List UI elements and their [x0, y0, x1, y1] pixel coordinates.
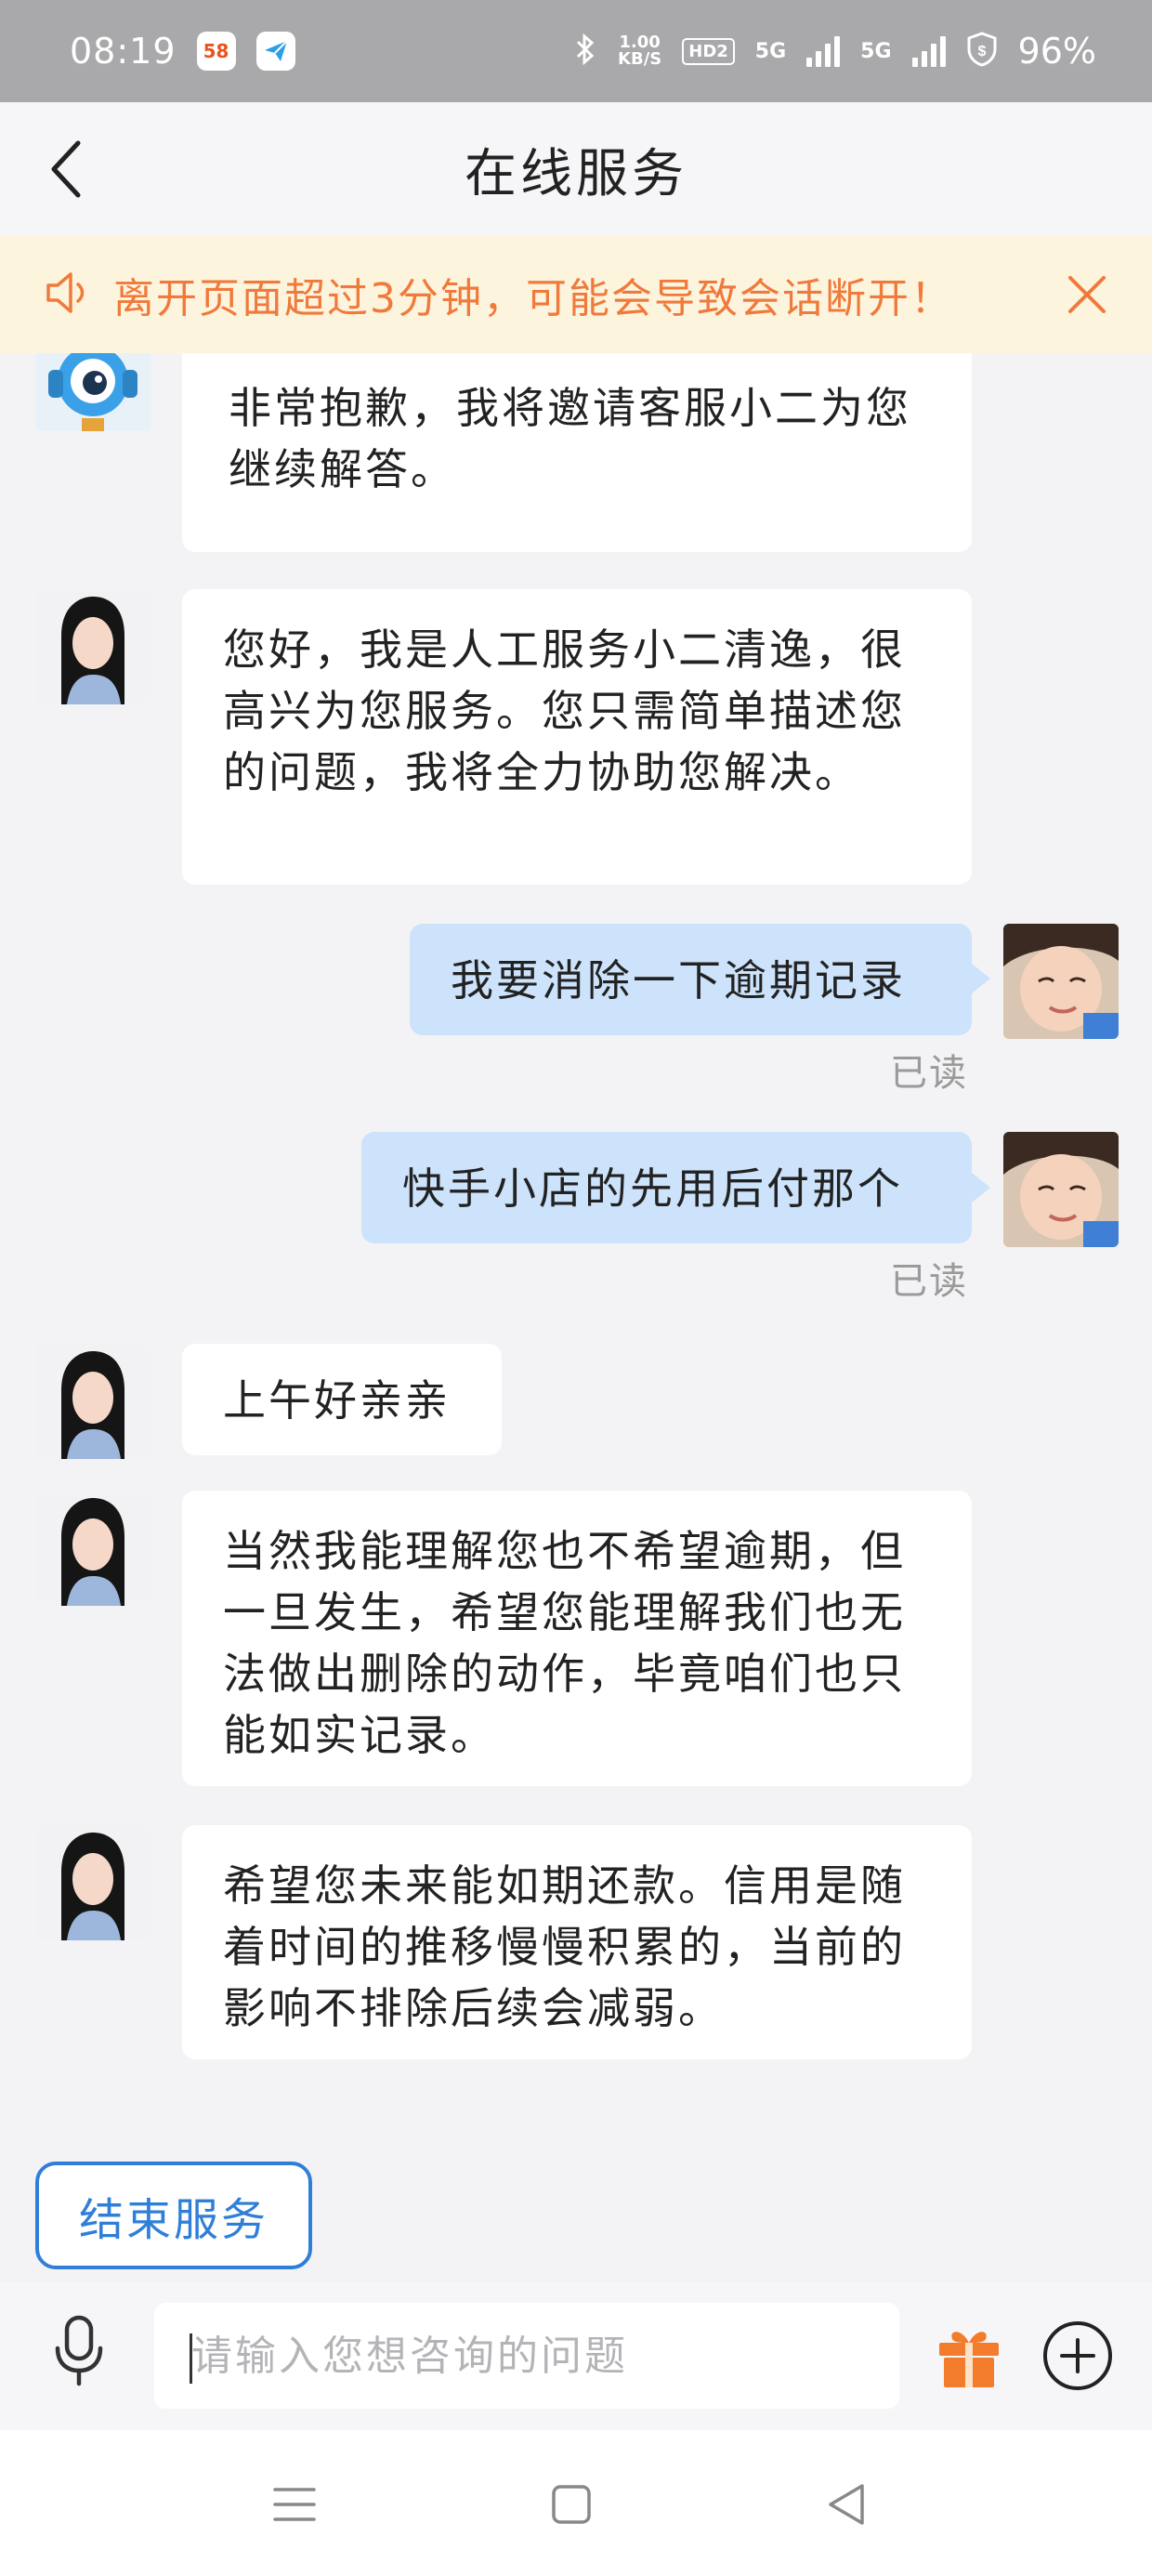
message-bubble-user: 我要消除一下逾期记录 [410, 924, 972, 1035]
hd-voice-badge: HD2 [682, 37, 735, 65]
chevron-left-icon [51, 140, 81, 198]
signal-icon [806, 35, 841, 67]
message-bubble-agent: 当然我能理解您也不希望逾期，但一旦发生，希望您能理解我们也无法做出删除的动作，毕… [182, 1491, 972, 1786]
system-nav-bar [0, 2430, 1152, 2576]
session-timeout-notice: 离开页面超过3分钟，可能会导致会话断开！ [0, 236, 1152, 353]
agent-avatar [35, 1344, 151, 1459]
back-button[interactable] [37, 140, 93, 198]
message-bubble-user: 快手小店的先用后付那个 [361, 1132, 972, 1243]
status-time: 08:19 [70, 31, 177, 72]
bubble-tail [972, 964, 990, 993]
close-icon[interactable] [1059, 267, 1115, 322]
message-bubble-agent: 希望您未来能如期还款。信用是随着时间的推移慢慢积累的，当前的影响不排除后续会减弱… [182, 1825, 972, 2059]
agent-avatar [35, 1825, 151, 1940]
notice-text: 离开页面超过3分钟，可能会导致会话断开！ [113, 275, 953, 322]
bluetooth-icon [573, 33, 597, 70]
svg-text:$: $ [977, 44, 986, 59]
app-header: 在线服务 [0, 102, 1152, 236]
message-bubble-agent: 您好，我是人工服务小二清逸，很高兴为您服务。您只需简单描述您的问题，我将全力协助… [182, 589, 972, 885]
shield-icon: $ [966, 32, 998, 71]
agent-avatar [35, 589, 151, 704]
read-status: 已读 [890, 1260, 968, 1303]
message-bubble-agent: 上午好亲亲 [182, 1344, 502, 1455]
user-avatar [1003, 1132, 1119, 1247]
battery-level: 96% [1017, 31, 1096, 72]
app-58-icon: 58 [196, 32, 236, 71]
user-avatar [1003, 924, 1119, 1039]
read-status: 已读 [890, 1052, 968, 1095]
gift-icon[interactable] [934, 2320, 1004, 2391]
message-bubble-bot: 非常抱歉，我将邀请客服小二为您继续解答。 [182, 353, 972, 552]
microphone-icon[interactable] [46, 2309, 111, 2393]
input-bar [0, 2281, 1152, 2430]
chat-area[interactable]: 非常抱歉，我将邀请客服小二为您继续解答。 您好，我是人工服务小二清逸，很高兴为您… [0, 353, 1152, 2156]
bubble-tail [972, 1173, 990, 1203]
paper-plane-app-icon [255, 32, 295, 71]
speaker-icon [45, 269, 95, 320]
status-bar: 08:19 58 1.00 KB/S HD2 5G 5G $ 96% [0, 0, 1152, 102]
network-type-1: 5G [754, 39, 787, 63]
agent-avatar [35, 1491, 151, 1606]
page-title: 在线服务 [465, 143, 687, 204]
menu-icon[interactable] [262, 2472, 327, 2537]
home-icon[interactable] [539, 2472, 604, 2537]
network-speed: 1.00 KB/S [618, 33, 662, 69]
message-input[interactable] [154, 2303, 899, 2409]
signal-icon-2 [911, 35, 946, 67]
network-type-2: 5G [860, 39, 892, 63]
text-caret [190, 2333, 192, 2384]
back-triangle-icon[interactable] [814, 2472, 879, 2537]
end-service-button[interactable]: 结束服务 [35, 2162, 312, 2269]
bot-avatar [35, 353, 151, 431]
plus-circle-icon[interactable] [1041, 2319, 1115, 2393]
